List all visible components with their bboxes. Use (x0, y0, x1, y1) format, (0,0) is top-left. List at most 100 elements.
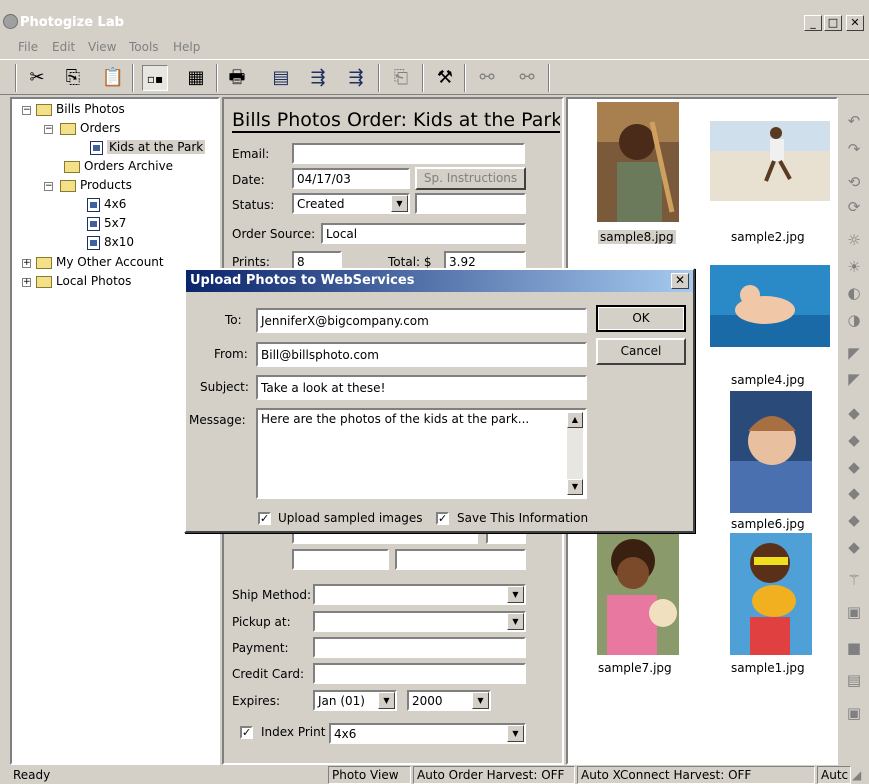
ok-button[interactable]: OK (596, 305, 686, 332)
tree-item-5x7[interactable]: 5x7 (87, 216, 126, 231)
brightness-up-icon[interactable]: ☀ (844, 257, 864, 277)
magic-wand-icon[interactable]: ⚚ (844, 570, 864, 590)
export-order-icon[interactable]: ⇶ (305, 65, 331, 91)
menu-tools[interactable]: Tools (129, 40, 159, 54)
tree-item-products[interactable]: Products (60, 178, 132, 192)
tools-icon[interactable]: ⚒ (432, 65, 458, 91)
toolbar-separator (216, 64, 218, 92)
detail-view-icon[interactable]: ▦ (183, 65, 209, 91)
tint-red-icon[interactable]: ◆ (844, 430, 864, 450)
index-print-select[interactable]: 4x6 ▼ (329, 723, 526, 744)
message-scrollbar[interactable]: ▲ ▼ (567, 412, 583, 495)
tree-item-orders-archive[interactable]: Orders Archive (64, 159, 173, 173)
rotate-right-icon[interactable]: ⟳ (844, 197, 864, 217)
import-order-icon[interactable]: ⇶ (343, 65, 369, 91)
subject-field[interactable]: Take a look at these! (256, 375, 587, 400)
save-info-checkbox[interactable]: ✓ (436, 512, 449, 525)
sp-instructions-button[interactable]: Sp. Instructions (415, 167, 526, 190)
tree-item-8x10[interactable]: 8x10 (87, 235, 134, 250)
photo-thumbnail[interactable] (710, 265, 830, 347)
contrast-down-icon[interactable]: ◐ (844, 283, 864, 303)
pickup-select[interactable]: ▼ (313, 611, 526, 632)
saturation-icon[interactable]: ◆ (844, 510, 864, 530)
tree-item-local-photos[interactable]: Local Photos (36, 274, 131, 288)
photo-thumbnail[interactable] (730, 391, 812, 513)
photo-thumbnail[interactable] (730, 533, 812, 655)
add-connection-icon[interactable]: ⚯ (514, 65, 540, 91)
chevron-down-icon[interactable]: ▼ (507, 586, 524, 603)
date-field[interactable]: 04/17/03 (292, 168, 410, 189)
undo-icon[interactable]: ↶ (844, 111, 864, 131)
photo-thumbnail[interactable] (597, 533, 679, 655)
paste-icon[interactable]: 📋 (100, 65, 126, 91)
resize-grip-icon[interactable]: ◢ (852, 768, 861, 782)
chevron-down-icon[interactable]: ▼ (507, 725, 524, 742)
duplicate-icon[interactable]: ⎗ (388, 65, 414, 91)
expand-icon[interactable]: + (22, 259, 31, 268)
tree-item-my-other-account[interactable]: My Other Account (36, 255, 164, 269)
chevron-down-icon[interactable]: ▼ (378, 692, 395, 709)
to-field[interactable]: JenniferX@bigcompany.com (256, 308, 587, 333)
red-eye-icon[interactable]: ◆ (844, 403, 864, 423)
new-order-icon[interactable]: ▤ (268, 65, 294, 91)
chevron-down-icon[interactable]: ▼ (472, 692, 489, 709)
connect-icon[interactable]: ⚯ (474, 65, 500, 91)
from-field[interactable]: Bill@billsphoto.com (256, 342, 587, 367)
photo-thumbnail[interactable] (597, 102, 679, 222)
stop-icon[interactable]: ■ (844, 638, 864, 658)
photo-thumbnail[interactable] (710, 121, 830, 201)
small-icons-view-icon[interactable]: ▫▪ (142, 65, 168, 91)
close-button[interactable]: ✕ (846, 15, 864, 31)
print-icon[interactable]: 🖶 (224, 65, 250, 91)
upload-sampled-checkbox[interactable]: ✓ (258, 512, 271, 525)
chevron-down-icon[interactable]: ▼ (391, 195, 408, 212)
collapse-icon[interactable]: − (22, 106, 31, 115)
tree-item-4x6[interactable]: 4x6 (87, 197, 126, 212)
chevron-down-icon[interactable]: ▼ (507, 613, 524, 630)
city-field[interactable] (292, 549, 389, 570)
tree-item-orders[interactable]: Orders (60, 121, 120, 135)
expand-icon[interactable]: + (22, 278, 31, 287)
cut-icon[interactable]: ✂ (24, 65, 50, 91)
status-select[interactable]: Created ▼ (292, 193, 410, 214)
save-icon[interactable]: ▤ (844, 670, 864, 690)
ship-method-select[interactable]: ▼ (313, 584, 526, 605)
credit-card-field[interactable] (313, 663, 526, 684)
maximize-button[interactable]: □ (824, 15, 842, 31)
tree-item-bills-photos[interactable]: Bills Photos (36, 102, 125, 116)
expires-year-select[interactable]: 2000 ▼ (407, 690, 491, 711)
expires-month-select[interactable]: Jan (01) ▼ (313, 690, 397, 711)
menu-edit[interactable]: Edit (52, 40, 75, 54)
brightness-down-icon[interactable]: ☼ (844, 230, 864, 250)
payment-field[interactable] (313, 637, 526, 658)
export-icon[interactable]: ▣ (844, 703, 864, 723)
zip-field[interactable] (395, 549, 526, 570)
tint-blue-icon[interactable]: ◆ (844, 483, 864, 503)
crop-icon[interactable]: ▣ (844, 602, 864, 622)
tint-green-icon[interactable]: ◆ (844, 457, 864, 477)
contrast-up-icon[interactable]: ◑ (844, 310, 864, 330)
dialog-close-button[interactable]: ✕ (671, 273, 689, 289)
index-print-checkbox[interactable]: ✓ (240, 726, 253, 739)
cancel-button[interactable]: Cancel (596, 338, 686, 365)
message-textarea[interactable]: Here are the photos of the kids at the p… (256, 408, 587, 499)
menu-view[interactable]: View (88, 40, 116, 54)
menu-help[interactable]: Help (173, 40, 200, 54)
scroll-up-icon[interactable]: ▲ (567, 412, 583, 428)
menu-file[interactable]: File (18, 40, 38, 54)
sharpen-icon[interactable]: ◤ (844, 343, 864, 363)
tree-item-kids-at-the-park[interactable]: Kids at the Park (90, 140, 206, 155)
rotate-left-icon[interactable]: ⟲ (844, 172, 864, 192)
scroll-down-icon[interactable]: ▼ (567, 479, 583, 495)
menu-bar: File Edit View Tools Help (0, 37, 869, 57)
email-field[interactable] (292, 143, 525, 164)
collapse-icon[interactable]: − (44, 125, 53, 134)
grayscale-icon[interactable]: ◆ (844, 537, 864, 557)
status-extra-field[interactable] (415, 193, 526, 214)
collapse-icon[interactable]: − (44, 182, 53, 191)
minimize-button[interactable]: _ (804, 15, 822, 31)
order-source-field[interactable]: Local (321, 223, 526, 244)
soften-icon[interactable]: ◤ (844, 369, 864, 389)
redo-icon[interactable]: ↷ (844, 139, 864, 159)
copy-icon[interactable]: ⎘ (60, 65, 86, 91)
